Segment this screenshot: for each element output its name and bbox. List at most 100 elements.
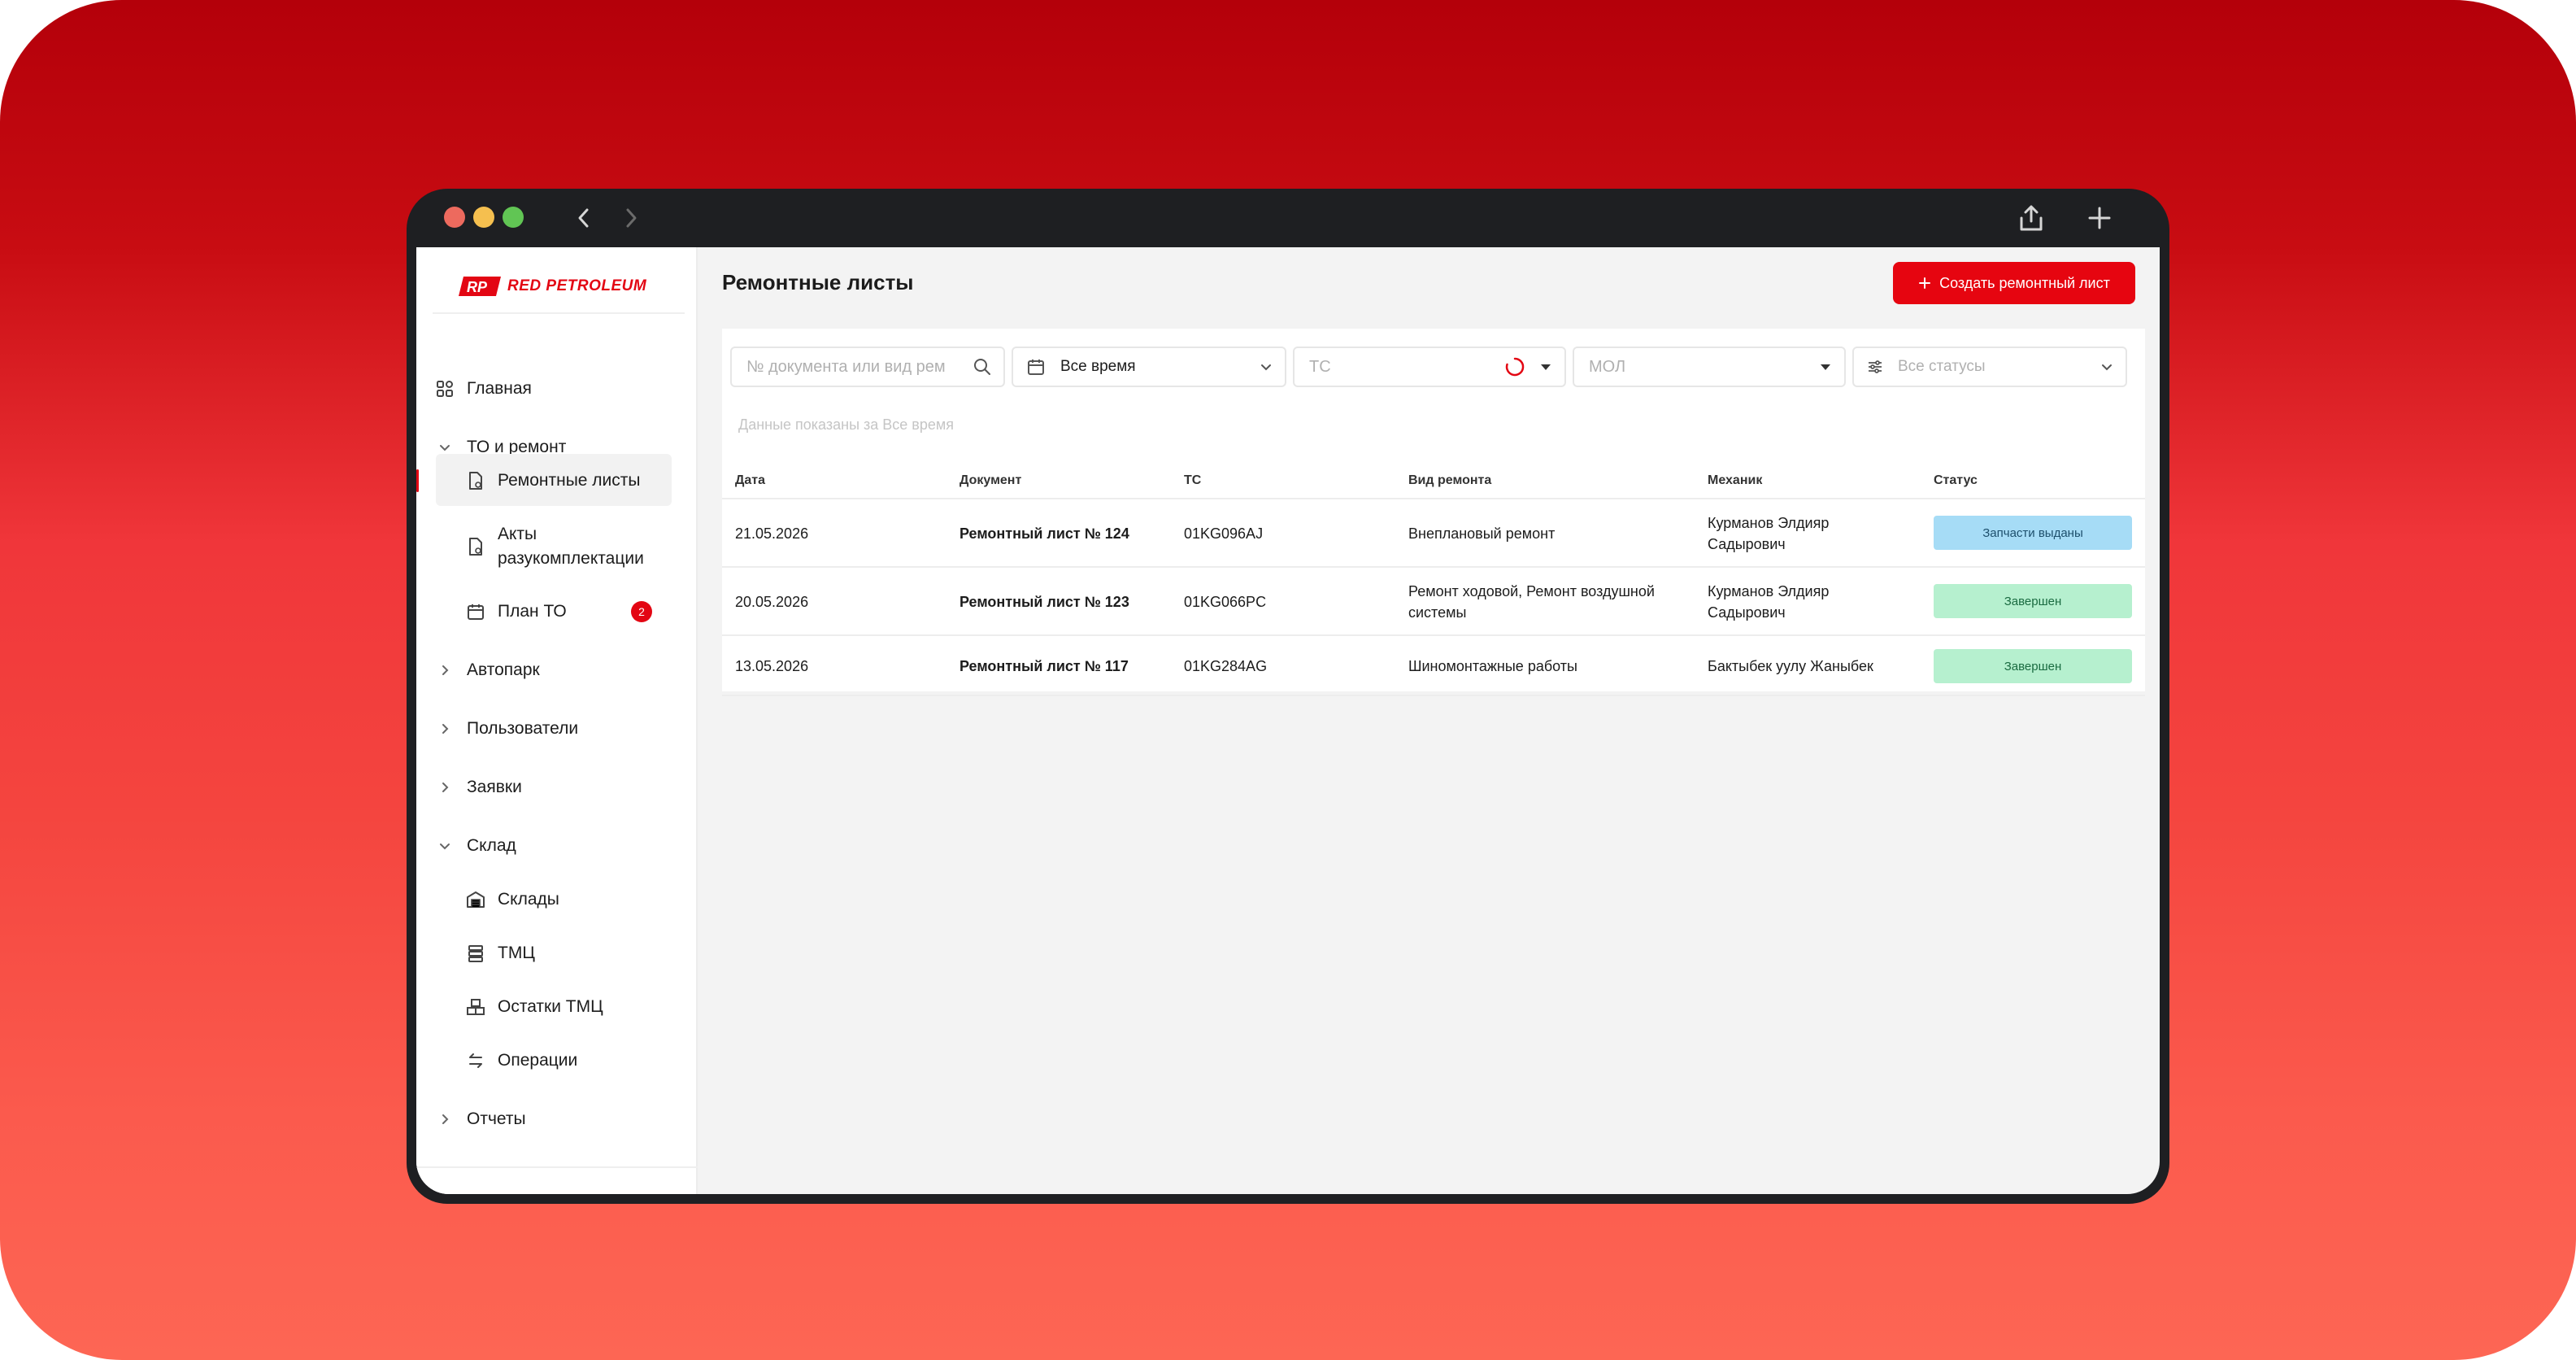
sidebar-item-warehouses[interactable]: Склады bbox=[436, 875, 672, 924]
maximize-window-button[interactable] bbox=[503, 207, 524, 228]
period-value: Все время bbox=[1060, 358, 1136, 375]
grid-icon bbox=[433, 377, 457, 401]
cell-date: 21.05.2026 bbox=[735, 525, 809, 542]
share-icon bbox=[2020, 205, 2043, 231]
minimize-window-button[interactable] bbox=[473, 207, 494, 228]
sidebar-group-warehouse[interactable]: Склад bbox=[433, 822, 668, 870]
notification-badge: 2 bbox=[631, 601, 652, 622]
document-icon bbox=[463, 469, 488, 493]
column-header-vehicle[interactable]: ТС bbox=[1184, 473, 1201, 488]
cell-document[interactable]: Ремонтный лист № 124 bbox=[959, 523, 1129, 544]
search-placeholder: № документа или вид рем bbox=[746, 357, 946, 376]
cell-vehicle: 01KG096AJ bbox=[1184, 525, 1264, 542]
status-badge: Завершен bbox=[1934, 584, 2132, 618]
cell-document[interactable]: Ремонтный лист № 117 bbox=[959, 656, 1129, 677]
sidebar-group-users[interactable]: Пользователи bbox=[433, 704, 668, 753]
cell-vehicle: 01KG066PC bbox=[1184, 594, 1267, 610]
logo[interactable]: RP RED PETROLEUM bbox=[459, 275, 646, 298]
share-button[interactable] bbox=[2012, 198, 2051, 238]
sidebar-item-label: Остатки ТМЦ bbox=[498, 997, 603, 1016]
warehouse-icon bbox=[463, 887, 488, 912]
sidebar-item-label: Операции bbox=[498, 1051, 578, 1070]
sidebar-item-inventory[interactable]: ТМЦ bbox=[436, 929, 672, 978]
chevron-down-icon bbox=[1259, 348, 1273, 386]
chevron-left-icon bbox=[578, 208, 589, 228]
cell-mechanic: Бактыбек уулу Жаныбек bbox=[1708, 658, 1873, 674]
chevron-right-icon bbox=[433, 717, 457, 741]
table-row[interactable]: 21.05.2026 Ремонтный лист № 124 01KG096A… bbox=[722, 499, 2145, 568]
cell-repair-type: Ремонт ходовой, Ремонт воздушной системы bbox=[1408, 583, 1655, 621]
logo-divider bbox=[433, 312, 685, 314]
sidebar-group-requests[interactable]: Заявки bbox=[433, 763, 668, 812]
sidebar: RP RED PETROLEUM Главная ТО и ремонт Рем… bbox=[416, 247, 698, 1194]
sidebar-group-reports[interactable]: Отчеты bbox=[433, 1095, 668, 1144]
vehicle-placeholder: ТС bbox=[1309, 357, 1331, 376]
active-indicator bbox=[416, 469, 419, 492]
chevron-right-icon bbox=[433, 775, 457, 800]
column-header-document[interactable]: Документ bbox=[959, 473, 1021, 488]
sidebar-item-label: ТМЦ bbox=[498, 944, 535, 962]
cell-repair-type: Шиномонтажные работы bbox=[1408, 658, 1577, 674]
filter-icon bbox=[1867, 359, 1883, 375]
rp-logo-icon: RP bbox=[459, 277, 501, 296]
search-icon bbox=[973, 348, 992, 386]
plus-icon bbox=[2088, 207, 2111, 229]
sidebar-item-label: Автопарк bbox=[467, 660, 540, 679]
column-header-repair-type[interactable]: Вид ремонта bbox=[1408, 473, 1491, 488]
app-screen: RP RED PETROLEUM Главная ТО и ремонт Рем… bbox=[416, 247, 2160, 1194]
title-bar bbox=[407, 189, 2169, 247]
calendar-icon bbox=[463, 599, 488, 624]
boxes-icon bbox=[463, 995, 488, 1019]
sidebar-item-home[interactable]: Главная bbox=[433, 364, 668, 413]
browser-window: RP RED PETROLEUM Главная ТО и ремонт Рем… bbox=[407, 189, 2169, 1204]
status-badge: Запчасти выданы bbox=[1934, 516, 2132, 550]
mol-placeholder: МОЛ bbox=[1589, 357, 1626, 376]
mol-select[interactable]: МОЛ bbox=[1573, 347, 1846, 387]
table-row[interactable]: 20.05.2026 Ремонтный лист № 123 01KG066P… bbox=[722, 568, 2145, 636]
sidebar-item-label: Пользователи bbox=[467, 719, 579, 738]
chevron-down-icon bbox=[433, 834, 457, 858]
sidebar-item-label: Склады bbox=[498, 890, 559, 909]
chevron-right-icon bbox=[433, 658, 457, 682]
sidebar-divider bbox=[416, 1166, 698, 1168]
sidebar-item-label: Главная bbox=[467, 379, 532, 398]
close-window-button[interactable] bbox=[444, 207, 465, 228]
create-repair-sheet-button[interactable]: Создать ремонтный лист bbox=[1893, 262, 2135, 304]
repair-sheets-panel: № документа или вид рем Все время ТС МОЛ bbox=[722, 329, 2145, 696]
logo-text: RED PETROLEUM bbox=[507, 277, 647, 294]
vehicle-select[interactable]: ТС bbox=[1293, 347, 1566, 387]
sidebar-group-fleet[interactable]: Автопарк bbox=[433, 646, 668, 695]
cell-date: 13.05.2026 bbox=[735, 658, 809, 674]
sidebar-item-disassembly-acts[interactable]: Акты разукомплектации bbox=[436, 512, 672, 581]
plus-icon bbox=[1919, 277, 1931, 289]
forward-button[interactable] bbox=[613, 200, 649, 236]
table-row[interactable]: 13.05.2026 Ремонтный лист № 117 01KG284A… bbox=[722, 636, 2145, 696]
cell-document[interactable]: Ремонтный лист № 123 bbox=[959, 591, 1129, 612]
chevron-right-icon bbox=[433, 1107, 457, 1131]
sidebar-item-operations[interactable]: Операции bbox=[436, 1036, 672, 1085]
back-button[interactable] bbox=[566, 200, 602, 236]
status-placeholder: Все статусы bbox=[1898, 358, 1986, 375]
cell-vehicle: 01KG284AG bbox=[1184, 658, 1268, 674]
chevron-down-icon bbox=[2100, 348, 2114, 386]
sidebar-item-label: Ремонтные листы bbox=[498, 471, 641, 490]
column-header-date[interactable]: Дата bbox=[735, 473, 765, 488]
caret-down-icon bbox=[1540, 348, 1551, 386]
loading-spinner-icon bbox=[1504, 348, 1525, 386]
status-badge: Завершен bbox=[1934, 649, 2132, 683]
sidebar-item-inventory-balance[interactable]: Остатки ТМЦ bbox=[436, 983, 672, 1031]
caret-down-icon bbox=[1820, 348, 1831, 386]
sidebar-item-label: Акты разукомплектации bbox=[498, 525, 644, 568]
new-tab-button[interactable] bbox=[2080, 198, 2119, 238]
search-field[interactable]: № документа или вид рем bbox=[730, 347, 1005, 387]
calendar-icon bbox=[1026, 357, 1046, 377]
main-content: Ремонтные листы Создать ремонтный лист №… bbox=[698, 247, 2160, 1194]
create-button-label: Создать ремонтный лист bbox=[1939, 274, 2110, 291]
status-select[interactable]: Все статусы bbox=[1852, 347, 2127, 387]
period-select[interactable]: Все время bbox=[1012, 347, 1286, 387]
column-header-status[interactable]: Статус bbox=[1934, 473, 1978, 488]
sidebar-item-repair-sheets-active[interactable]: Ремонтные листы bbox=[416, 456, 672, 506]
sidebar-item-maintenance-plan[interactable]: План ТО 2 bbox=[436, 587, 672, 636]
column-header-mechanic[interactable]: Механик bbox=[1708, 473, 1762, 488]
cell-mechanic: Курманов Элдияр Садырович bbox=[1708, 583, 1830, 621]
